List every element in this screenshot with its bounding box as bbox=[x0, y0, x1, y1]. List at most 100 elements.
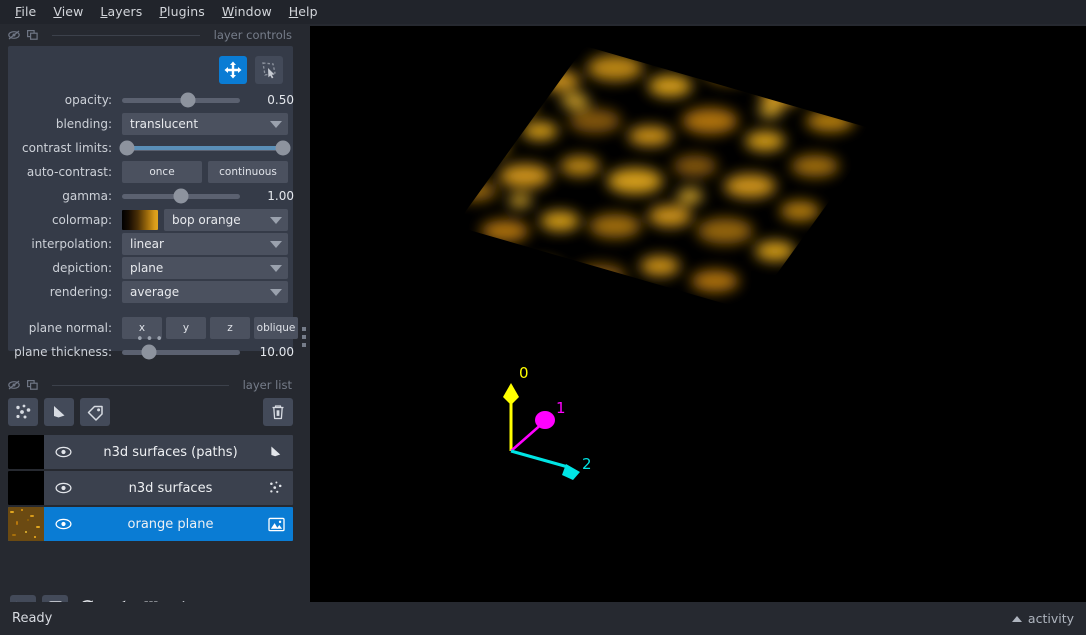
depiction-label: depiction: bbox=[52, 261, 112, 275]
mode-button-row bbox=[219, 56, 283, 84]
chevron-up-icon bbox=[1011, 615, 1022, 622]
axis-2-label: 2 bbox=[582, 455, 592, 473]
layer-thumbnail bbox=[8, 507, 44, 541]
gamma-slider[interactable] bbox=[122, 184, 240, 208]
panel-splitter-handle[interactable] bbox=[299, 319, 308, 355]
rendering-select[interactable]: average bbox=[122, 281, 288, 303]
chevron-down-icon bbox=[270, 120, 282, 128]
blending-select[interactable]: translucent bbox=[122, 113, 288, 135]
image-icon bbox=[267, 517, 285, 531]
blending-label: blending: bbox=[55, 117, 112, 131]
transform-button[interactable] bbox=[255, 56, 283, 84]
layer-visibility-toggle[interactable] bbox=[44, 482, 82, 494]
interpolation-select[interactable]: linear bbox=[122, 233, 288, 255]
layer-name: orange plane bbox=[127, 516, 214, 532]
eye-icon bbox=[54, 446, 72, 458]
axis-1-arrow bbox=[535, 411, 555, 429]
volume-plane bbox=[455, 46, 880, 311]
axis-0-arrow bbox=[503, 383, 519, 405]
chevron-down-icon bbox=[270, 216, 282, 224]
auto-contrast-row: once continuous bbox=[122, 160, 298, 184]
layer-type-icon-image bbox=[259, 517, 293, 532]
new-shapes-layer-button[interactable] bbox=[44, 398, 74, 426]
layer-visibility-toggle[interactable] bbox=[44, 518, 82, 530]
colormap-row: bop orange bbox=[122, 208, 298, 232]
chevron-down-icon bbox=[270, 240, 282, 248]
menu-bar: File View Layers Plugins Window Help bbox=[0, 0, 1086, 24]
layer-controls-panel: opacity: 0.50 blending: translucent cont… bbox=[8, 46, 298, 360]
layer-list: n3d surfaces (paths) n3d surfaces orange… bbox=[8, 435, 293, 543]
float-panel-icon[interactable] bbox=[27, 30, 38, 40]
layer-controls-title: layer controls bbox=[213, 28, 292, 42]
plane-thickness-value: 10.00 bbox=[259, 345, 294, 359]
status-text: Ready bbox=[12, 611, 53, 626]
eye-icon bbox=[54, 482, 72, 494]
opacity-slider[interactable] bbox=[122, 88, 240, 112]
opacity-value: 0.50 bbox=[267, 93, 294, 107]
new-points-layer-button[interactable] bbox=[8, 398, 38, 426]
table-row[interactable]: n3d surfaces (paths) bbox=[8, 435, 293, 469]
viewer-canvas[interactable]: 0 1 2 bbox=[310, 26, 1086, 602]
eye-icon bbox=[54, 518, 72, 530]
pan-zoom-button[interactable] bbox=[219, 56, 247, 84]
float-panel-icon[interactable] bbox=[27, 380, 38, 390]
hide-panel-icon[interactable] bbox=[8, 380, 20, 390]
layer-list-title: layer list bbox=[242, 378, 292, 392]
chevron-down-icon bbox=[270, 288, 282, 296]
controls-grid: opacity: 0.50 blending: translucent cont… bbox=[8, 88, 298, 364]
activity-button[interactable]: activity bbox=[1011, 611, 1074, 626]
interpolation-row: linear bbox=[122, 232, 298, 256]
depiction-select[interactable]: plane bbox=[122, 257, 288, 279]
layer-buttons-container bbox=[0, 396, 300, 430]
interpolation-value: linear bbox=[130, 237, 164, 251]
interpolation-label: interpolation: bbox=[31, 237, 112, 251]
layer-type-icon-shapes bbox=[259, 444, 293, 460]
gamma-label: gamma: bbox=[62, 189, 112, 203]
gamma-row: 1.00 bbox=[122, 184, 298, 208]
points-icon bbox=[15, 404, 30, 418]
depiction-row: plane bbox=[122, 256, 298, 280]
axes-indicator: 0 1 2 bbox=[503, 364, 592, 480]
axis-2-line bbox=[510, 449, 569, 469]
gamma-value: 1.00 bbox=[267, 189, 294, 203]
layer-type-icon-points bbox=[259, 480, 293, 496]
layer-visibility-toggle[interactable] bbox=[44, 446, 82, 458]
opacity-label: opacity: bbox=[64, 93, 112, 107]
contrast-limits-row bbox=[119, 136, 298, 160]
move-icon bbox=[224, 61, 242, 79]
rendering-label: rendering: bbox=[49, 285, 112, 299]
header-rule bbox=[52, 384, 229, 386]
layer-thumbnail bbox=[8, 471, 44, 505]
depiction-value: plane bbox=[130, 261, 164, 275]
rendering-row: average bbox=[122, 280, 298, 304]
menu-window[interactable]: Window bbox=[215, 1, 279, 23]
menu-plugins[interactable]: Plugins bbox=[152, 1, 211, 23]
contrast-limits-slider[interactable] bbox=[119, 136, 291, 160]
transform-icon bbox=[262, 62, 276, 79]
axis-1-label: 1 bbox=[556, 399, 566, 417]
hide-panel-icon[interactable] bbox=[8, 30, 20, 40]
menu-layers[interactable]: Layers bbox=[93, 1, 149, 23]
table-row[interactable]: n3d surfaces bbox=[8, 471, 293, 505]
menu-file[interactable]: File bbox=[8, 1, 43, 23]
delete-layer-button[interactable] bbox=[263, 398, 293, 426]
layer-thumbnail bbox=[8, 435, 44, 469]
layer-name: n3d surfaces bbox=[128, 480, 213, 496]
colormap-label: colormap: bbox=[51, 213, 112, 227]
trash-icon bbox=[272, 405, 284, 420]
blending-row: translucent bbox=[122, 112, 298, 136]
table-row[interactable]: orange plane bbox=[8, 507, 293, 541]
auto-contrast-continuous-button[interactable]: continuous bbox=[208, 161, 288, 183]
menu-help[interactable]: Help bbox=[282, 1, 325, 23]
opacity-row: 0.50 bbox=[122, 88, 298, 112]
expand-controls-button[interactable]: ••• bbox=[8, 332, 293, 347]
colormap-select[interactable]: bop orange bbox=[164, 209, 288, 231]
status-bar: Ready activity bbox=[0, 602, 1086, 635]
chevron-down-icon bbox=[270, 264, 282, 272]
menu-view[interactable]: View bbox=[46, 1, 90, 23]
auto-contrast-once-button[interactable]: once bbox=[122, 161, 202, 183]
blending-value: translucent bbox=[130, 117, 199, 131]
shapes-icon bbox=[271, 446, 281, 457]
labels-icon bbox=[87, 405, 103, 421]
new-labels-layer-button[interactable] bbox=[80, 398, 110, 426]
